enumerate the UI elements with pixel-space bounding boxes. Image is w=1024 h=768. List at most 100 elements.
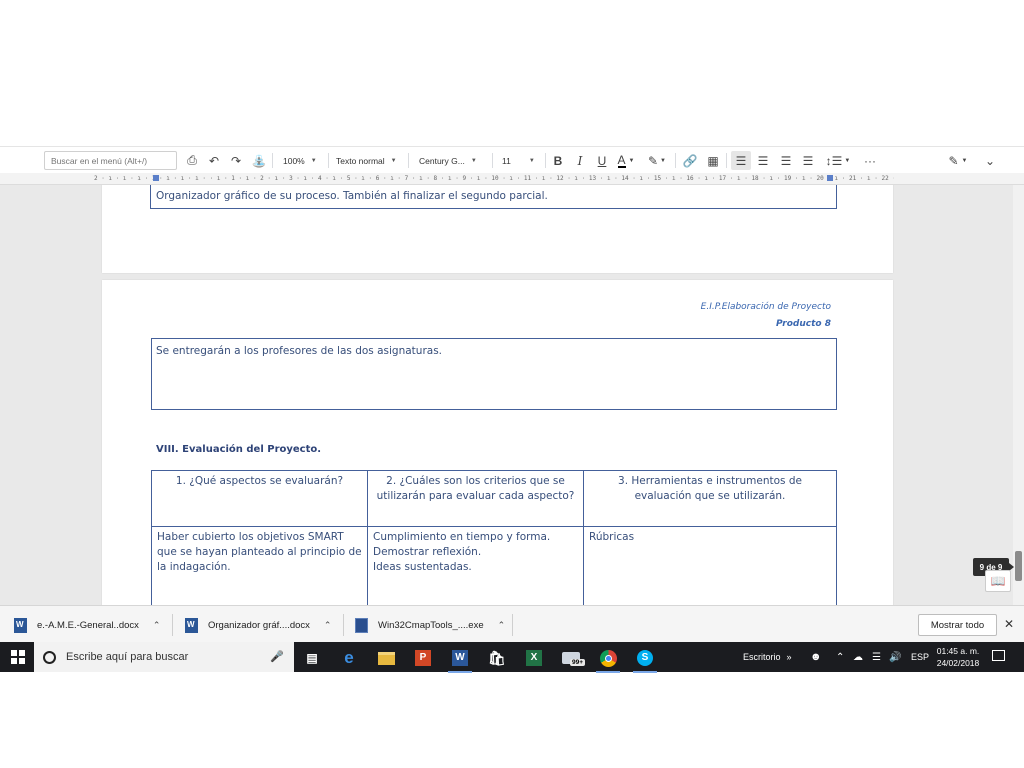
chrome-center [604,654,612,662]
paint-format-icon[interactable]: ⛲ [251,151,267,170]
excel-icon[interactable]: X [519,645,549,671]
add-comment-icon[interactable]: ▦ [705,151,721,170]
edge-icon[interactable]: e [334,645,364,671]
align-center-icon[interactable]: ☰ [755,151,771,170]
clock-time: 01:45 a. m. [936,646,980,656]
print-icon[interactable]: ⎙ [184,151,200,170]
style-value: Texto normal [336,155,385,166]
taskbar-clock[interactable]: 01:45 a. m. 24/02/2018 [930,645,986,669]
language-indicator[interactable]: ESP [911,642,929,672]
toolbar-divider [328,153,329,168]
box-text: Organizador gráfico de su proceso. Tambi… [156,190,548,202]
chevron-up-icon[interactable]: ⌃ [153,620,161,631]
download-item[interactable]: Organizador gráf....docx ⌃ [185,613,331,637]
style-dropdown[interactable]: Texto normal ▼ [336,151,402,170]
desktop-toolbar[interactable]: Escritorio » [743,642,792,672]
file-explorer-icon[interactable] [371,645,401,671]
highlight-button[interactable]: ✎ ▼ [646,151,668,170]
chevron-up-icon[interactable]: ⌃ [836,642,844,672]
docs-toolbar: ⎙ ↶ ↷ ⛲ 100% ▼ Texto normal ▼ Century G...… [0,146,1024,173]
chrome-icon[interactable] [593,645,623,673]
volume-icon[interactable]: 🔊 [889,642,901,672]
text-color-icon: A [617,152,626,168]
wifi-icon[interactable]: ☰ [872,642,881,672]
italic-button[interactable]: I [572,151,588,170]
taskbar-search-box[interactable]: Escribe aquí para buscar 🎤 [34,642,294,672]
chevron-up-icon[interactable]: ⌃ [498,620,506,631]
exe-file-icon [355,617,368,633]
installer-icon[interactable]: 99+ [556,645,586,671]
document-page[interactable]: Organizador gráfico de su proceso. Tambi… [102,185,893,273]
people-icon[interactable]: ☻ [810,642,822,672]
ruler: 2 · ı · ı · ı · 1 · ı · ı · ı · · ı · 1 … [0,173,1024,185]
download-divider [512,614,513,636]
cloud-icon[interactable]: ☁ [853,642,863,672]
double-chevron-icon: » [786,652,792,662]
link-icon[interactable]: 🔗 [682,151,698,170]
redo-icon[interactable]: ↷ [228,151,244,170]
toolbar-divider [726,153,727,168]
vertical-scrollbar[interactable] [1013,185,1024,605]
font-dropdown[interactable]: Century G... ▼ [419,151,485,170]
menu-search-input[interactable] [44,151,177,170]
clock-date: 24/02/2018 [936,658,980,668]
align-left-icon[interactable]: ☰ [731,151,751,170]
zoom-dropdown[interactable]: 100% ▼ [283,151,323,170]
downloads-bar: e.-A.M.E.-General..docx ⌃ Organizador gr… [0,605,1024,642]
excel-tile: X [526,650,542,666]
windows-start-icon[interactable] [11,650,25,664]
more-options-button[interactable]: ··· [862,151,878,170]
editing-mode-button[interactable]: ✎ ▼ [945,151,971,170]
toolbar-divider [545,153,546,168]
document-outline-button[interactable]: 📖 [985,570,1011,592]
scrollbar-thumb[interactable] [1015,551,1022,581]
ruler-scale: 2 · ı · ı · ı · 1 · ı · ı · ı · · ı · 1 … [94,175,894,182]
toolbar-divider [272,153,273,168]
download-filename: Organizador gráf....docx [208,619,310,631]
download-item[interactable]: Win32CmapTools_....exe ⌃ [355,613,505,637]
powerpoint-icon[interactable]: P [408,645,438,671]
table-header-row: 1. ¿Qué aspectos se evaluarán? 2. ¿Cuále… [151,470,837,527]
download-item[interactable]: e.-A.M.E.-General..docx ⌃ [14,613,160,637]
underline-button[interactable]: U [594,151,610,170]
chevron-down-icon: ▼ [390,157,397,164]
text-box: Organizador gráfico de su proceso. Tambi… [150,185,837,209]
collapse-toolbar-icon[interactable]: ⌄ [982,151,998,170]
table-cell: Haber cubierto los objetivos SMART que s… [151,526,368,605]
close-icon[interactable]: ✕ [1004,617,1014,631]
cortana-icon [43,650,56,664]
pencil-icon: ✎ [948,153,959,168]
notification-badge: 99+ [570,659,586,666]
align-right-icon[interactable]: ☰ [778,151,794,170]
taskbar-search-placeholder: Escribe aquí para buscar [66,651,189,663]
chevron-down-icon: ▼ [844,157,851,164]
start-tile [11,658,17,664]
show-all-button[interactable]: Mostrar todo [918,614,997,636]
chevron-up-icon[interactable]: ⌃ [324,620,332,631]
document-page[interactable]: E.I.P.Elaboración de Proyecto Producto 8… [102,280,893,605]
word-icon[interactable]: W [445,645,475,673]
chevron-down-icon: ▼ [628,157,635,164]
chevron-down-icon: ▼ [528,157,535,164]
action-center-icon[interactable] [992,650,1005,661]
start-tile [19,658,25,664]
book-icon: 📖 [990,574,1006,588]
task-view-icon[interactable]: ▤ [297,645,327,671]
font-size-dropdown[interactable]: 11 ▼ [502,151,542,170]
left-indent-marker[interactable] [153,175,159,181]
store-icon[interactable]: 🛍 [482,645,512,671]
bold-button[interactable]: B [550,151,566,170]
word-file-icon [14,617,27,633]
table-row: Haber cubierto los objetivos SMART que s… [151,526,837,605]
right-indent-marker[interactable] [827,175,833,181]
text-color-button[interactable]: A ▼ [616,151,636,170]
skype-icon[interactable]: S [630,645,660,673]
undo-icon[interactable]: ↶ [206,151,222,170]
desktop-label: Escritorio [743,652,781,662]
download-divider [172,614,173,636]
header-line-2: Producto 8 [775,319,831,329]
toolbar-divider [492,153,493,168]
line-spacing-button[interactable]: ↕☰ ▼ [825,151,851,170]
align-justify-icon[interactable]: ☰ [800,151,816,170]
microphone-icon[interactable]: 🎤 [270,650,284,663]
